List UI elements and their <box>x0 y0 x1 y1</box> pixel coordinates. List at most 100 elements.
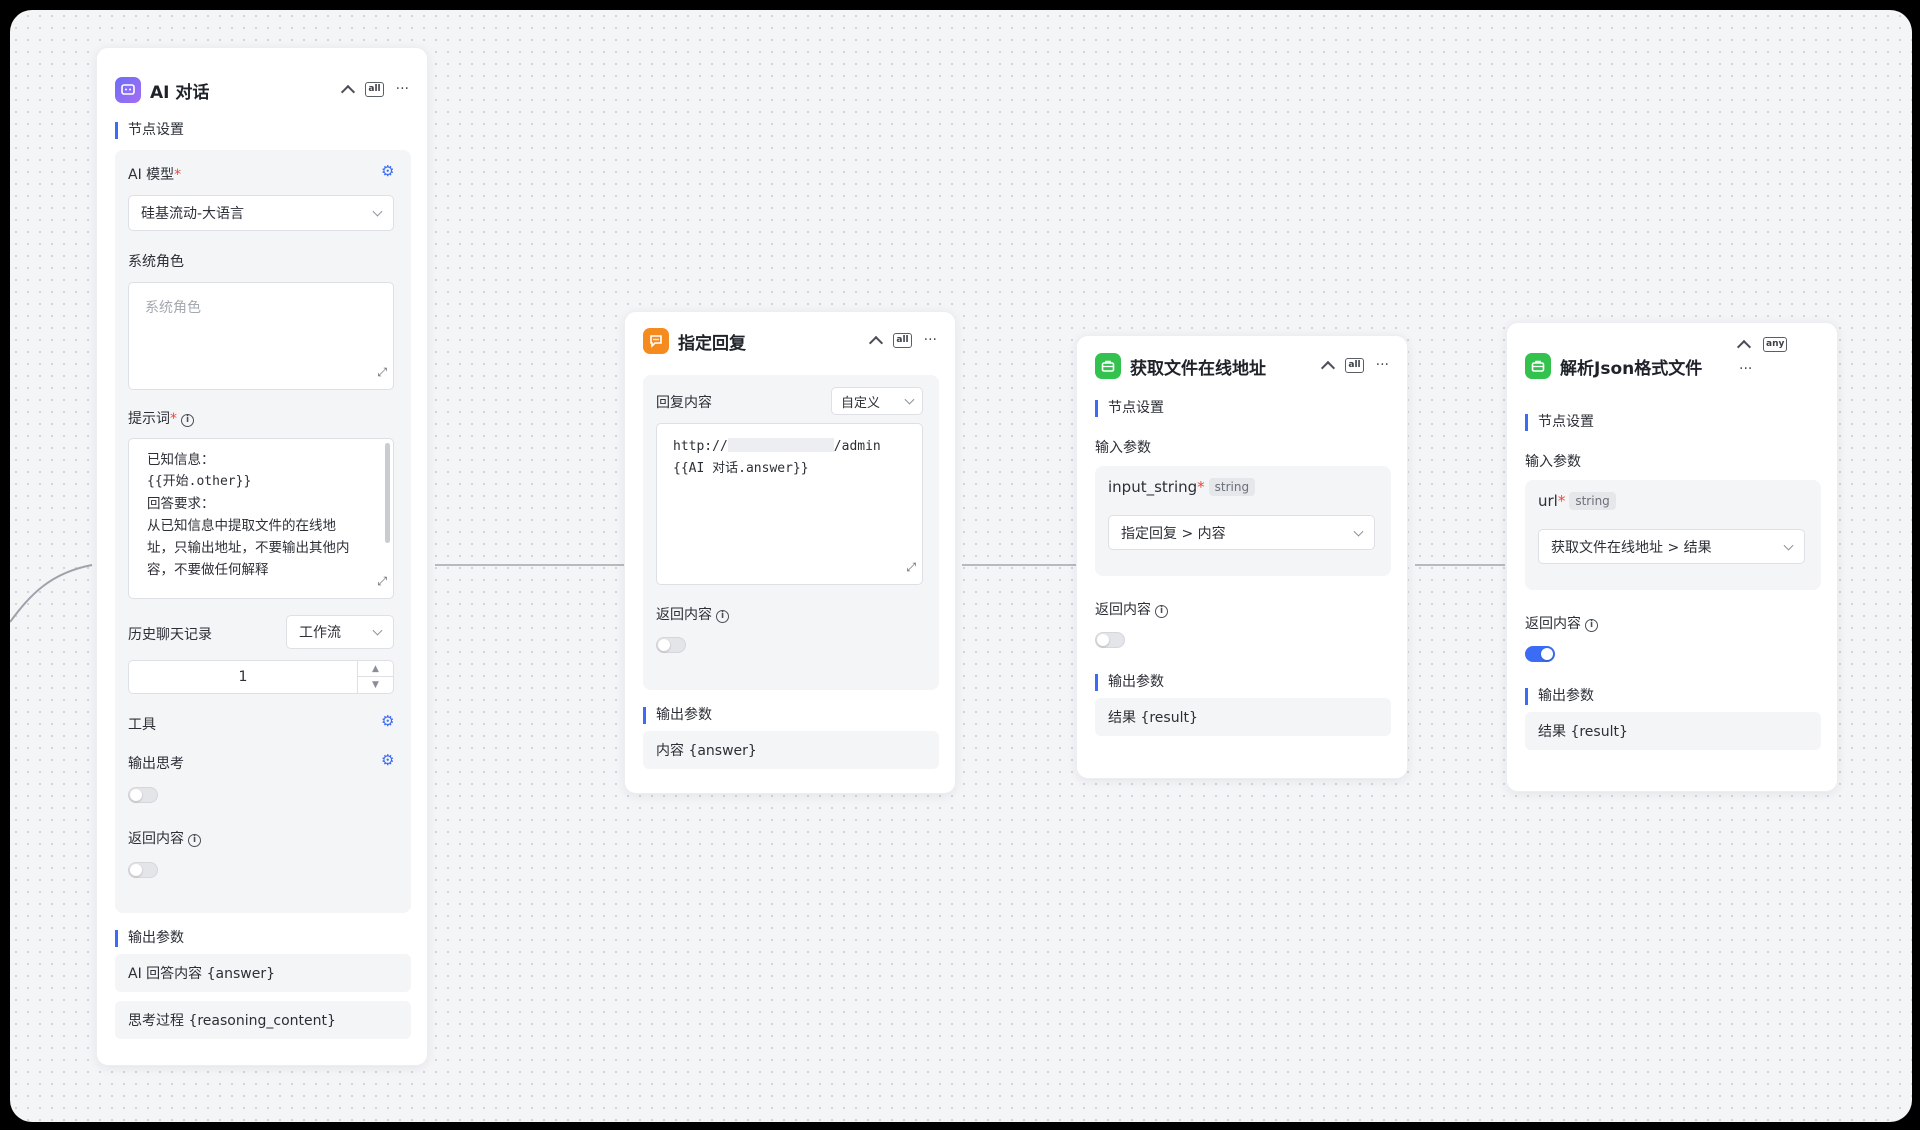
param-name: input_string* string <box>1108 478 1256 496</box>
output-param-row: 结果 {result} <box>1095 698 1391 736</box>
model-settings-icon[interactable]: ⚙ <box>381 162 394 180</box>
param-value-select[interactable]: 指定回复 > 内容 <box>1108 515 1375 550</box>
section-node-settings: 节点设置 <box>1095 400 1164 417</box>
model-select[interactable]: 硅基流动-大语言 <box>128 195 394 231</box>
output-format-icon[interactable]: any <box>1763 337 1788 352</box>
reply-line: http:///admin <box>673 438 881 454</box>
node-reply[interactable]: 指定回复 all ··· 回复内容 自定义 http:///admin {{AI… <box>624 311 956 794</box>
settings-panel: 回复内容 自定义 http:///admin {{AI 对话.answer}} … <box>643 375 939 690</box>
node-parse-json[interactable]: 解析Json格式文件 any ··· 节点设置 输入参数 url* string … <box>1506 322 1838 792</box>
expand-icon[interactable]: ⤢ <box>377 361 387 383</box>
node-title: 解析Json格式文件 <box>1560 358 1703 379</box>
prompt-line: 址，只输出地址，不要输出其他内 <box>147 540 350 556</box>
reply-line: {{AI 对话.answer}} <box>673 461 809 476</box>
node-title: 获取文件在线地址 <box>1130 358 1266 379</box>
tools-label: 工具 <box>128 717 156 733</box>
thinking-toggle[interactable] <box>128 787 158 803</box>
scrollbar[interactable] <box>385 443 390 543</box>
return-content-toggle[interactable] <box>128 862 158 878</box>
chevron-down-icon <box>372 206 383 217</box>
prompt-label: 提示词* i <box>128 408 194 428</box>
param-value-select[interactable]: 获取文件在线地址 > 结果 <box>1538 529 1805 564</box>
thinking-settings-icon[interactable]: ⚙ <box>381 751 394 769</box>
section-output-params: 输出参数 <box>115 930 184 947</box>
node-ai-chat[interactable]: AI 对话 all ··· 节点设置 AI 模型* ⚙ 硅基流动-大语言 系统角… <box>96 47 428 1066</box>
edge-ai-to-reply <box>435 564 627 566</box>
collapse-icon[interactable] <box>1736 339 1752 355</box>
info-icon[interactable]: i <box>1585 619 1598 632</box>
output-format-icon[interactable]: all <box>365 81 384 97</box>
input-param-panel: url* string 获取文件在线地址 > 结果 <box>1525 480 1821 590</box>
prompt-input[interactable]: 已知信息： {{开始.other}} 回答要求： 从已知信息中提取文件的在线地 … <box>128 438 394 599</box>
section-node-settings: 节点设置 <box>115 122 184 139</box>
prompt-line: 容，不要做任何解释 <box>147 562 269 578</box>
return-content-label: 返回内容 i <box>1525 613 1598 633</box>
collapse-icon[interactable] <box>1321 360 1336 375</box>
chevron-down-icon <box>904 394 915 405</box>
info-icon[interactable]: i <box>188 834 201 847</box>
stepper-value: 1 <box>238 669 248 685</box>
section-output-params: 输出参数 <box>1095 674 1164 691</box>
prompt-line: 从已知信息中提取文件的在线地 <box>147 518 336 534</box>
return-content-toggle[interactable] <box>1525 646 1555 662</box>
section-node-settings: 节点设置 <box>1525 414 1594 431</box>
prompt-line: {{开始.other}} <box>147 474 252 489</box>
increment-icon[interactable]: ▲ <box>358 661 393 677</box>
edge-geturl-to-parse <box>1415 564 1505 566</box>
settings-panel: AI 模型* ⚙ 硅基流动-大语言 系统角色 系统角色 ⤢ 提示词* i 已知信息… <box>115 150 411 913</box>
more-icon[interactable]: ··· <box>1739 360 1752 378</box>
reply-content-input[interactable]: http:///admin {{AI 对话.answer}} ⤢ <box>656 423 923 585</box>
workflow-canvas[interactable]: AI 对话 all ··· 节点设置 AI 模型* ⚙ 硅基流动-大语言 系统角… <box>10 10 1912 1122</box>
collapse-icon[interactable] <box>341 84 356 99</box>
system-role-input[interactable]: 系统角色 ⤢ <box>128 282 394 390</box>
output-format-icon[interactable]: all <box>893 332 912 348</box>
tools-settings-icon[interactable]: ⚙ <box>381 712 394 730</box>
collapse-icon[interactable] <box>869 335 884 350</box>
return-content-toggle[interactable] <box>1095 632 1125 648</box>
expand-icon[interactable]: ⤢ <box>377 570 387 592</box>
reply-content-label: 回复内容 <box>656 395 712 411</box>
info-icon[interactable]: i <box>181 414 194 427</box>
thinking-label: 输出思考 <box>128 756 184 772</box>
prompt-line: 已知信息： <box>147 452 215 468</box>
more-icon[interactable]: ··· <box>924 331 937 349</box>
history-count-stepper[interactable]: 1 ▲ ▼ <box>128 660 394 694</box>
param-type-badge: string <box>1208 478 1256 496</box>
redacted-block <box>727 438 834 452</box>
node-title: 指定回复 <box>678 333 746 354</box>
param-type-badge: string <box>1569 492 1616 510</box>
history-select[interactable]: 工作流 <box>286 615 394 649</box>
param-name: url* string <box>1538 492 1616 510</box>
return-content-label: 返回内容 i <box>1095 599 1168 619</box>
system-role-label: 系统角色 <box>128 254 184 270</box>
chevron-down-icon <box>1783 540 1794 551</box>
more-icon[interactable]: ··· <box>396 80 409 98</box>
info-icon[interactable]: i <box>716 610 729 623</box>
output-param-row: 内容 {answer} <box>643 731 939 769</box>
edge-reply-to-geturl <box>962 564 1082 566</box>
history-label: 历史聊天记录 <box>128 627 212 643</box>
output-param-row: 思考过程 {reasoning_content} <box>115 1001 411 1039</box>
return-content-label: 返回内容 i <box>656 604 729 624</box>
expand-icon[interactable]: ⤢ <box>906 556 916 578</box>
section-output-params: 输出参数 <box>643 707 712 724</box>
output-format-icon[interactable]: all <box>1345 357 1364 373</box>
section-output-params: 输出参数 <box>1525 688 1594 705</box>
return-content-toggle[interactable] <box>656 637 686 653</box>
output-param-row: 结果 {result} <box>1525 712 1821 750</box>
node-get-file-url[interactable]: 获取文件在线地址 all ··· 节点设置 输入参数 input_string*… <box>1076 335 1408 779</box>
toolbox-icon <box>1525 353 1551 379</box>
node-title: AI 对话 <box>150 82 210 103</box>
more-icon[interactable]: ··· <box>1376 356 1389 374</box>
model-label: AI 模型* <box>128 167 182 183</box>
return-content-label: 返回内容 i <box>128 828 201 848</box>
chevron-down-icon <box>1353 526 1364 537</box>
prompt-line: 回答要求： <box>147 496 215 512</box>
toolbox-icon <box>1095 353 1121 379</box>
info-icon[interactable]: i <box>1155 605 1168 618</box>
decrement-icon[interactable]: ▼ <box>358 677 393 693</box>
input-params-label: 输入参数 <box>1095 440 1151 456</box>
chevron-down-icon <box>372 625 383 636</box>
input-params-label: 输入参数 <box>1525 454 1581 470</box>
reply-mode-select[interactable]: 自定义 <box>831 387 923 415</box>
